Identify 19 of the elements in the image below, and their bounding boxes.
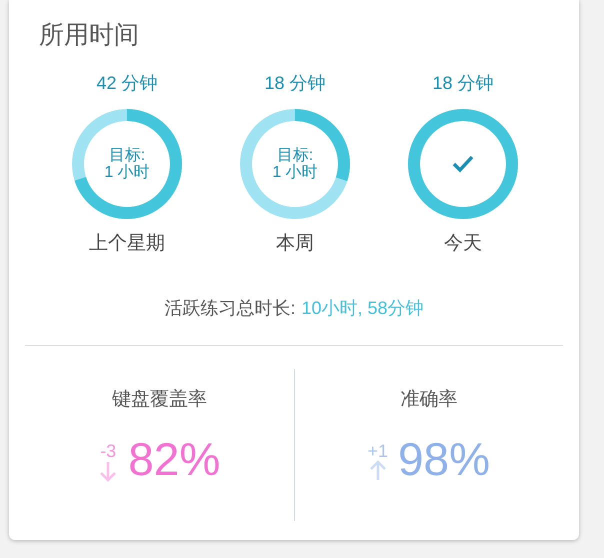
change-text: -3 (100, 442, 116, 460)
period-label: 本周 (276, 232, 314, 256)
change-text: +1 (367, 442, 388, 460)
stat-value: 82% (128, 436, 220, 482)
minutes-text: 42 分钟 (96, 72, 158, 95)
goal-label: 目标: (108, 147, 146, 164)
period-label: 今天 (444, 232, 482, 256)
goal-value: 1 小时 (272, 164, 318, 181)
period-label: 上个星期 (89, 232, 165, 256)
minutes-text: 18 分钟 (432, 72, 494, 95)
stat-label: 键盘覆盖率 (112, 388, 207, 412)
minutes-text: 18 分钟 (264, 72, 326, 95)
stat-label: 准确率 (400, 388, 458, 412)
goal-label: 目标: (276, 147, 314, 164)
total-value: 10小时, 58分钟 (301, 298, 424, 318)
section-title: 所用时间 (39, 20, 140, 51)
total-label: 活跃练习总时长: (164, 298, 296, 318)
goal-value: 1 小时 (104, 164, 150, 181)
stat-value: 98% (398, 436, 490, 482)
